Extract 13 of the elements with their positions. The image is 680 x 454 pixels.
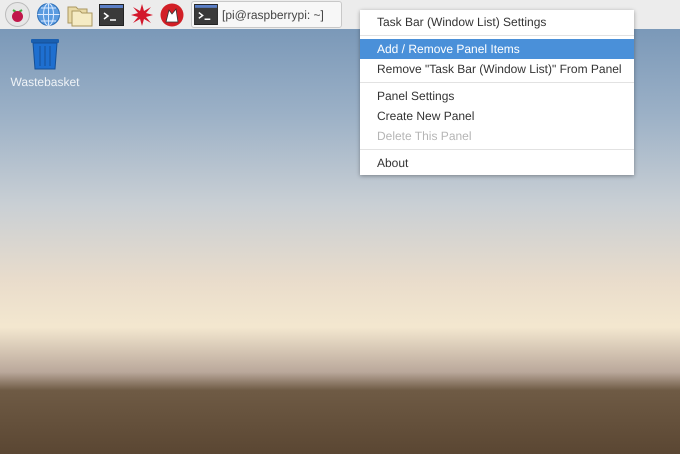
menu-item[interactable]: Task Bar (Window List) Settings — [360, 12, 634, 32]
window-list-button[interactable]: [pi@raspberrypi: ~] — [191, 1, 342, 28]
raspberry-icon[interactable] — [5, 2, 30, 27]
wolf-logo-icon[interactable] — [160, 2, 184, 26]
starburst-icon[interactable] — [130, 2, 154, 26]
wastebasket-icon[interactable] — [29, 38, 61, 70]
menu-item[interactable]: About — [360, 153, 634, 173]
menu-item[interactable]: Create New Panel — [360, 106, 634, 126]
terminal-icon — [194, 4, 218, 25]
terminal-icon[interactable] — [99, 4, 124, 26]
menu-item[interactable]: Panel Settings — [360, 86, 634, 106]
menu-item[interactable]: Remove "Task Bar (Window List)" From Panel — [360, 59, 634, 79]
globe-icon[interactable] — [36, 2, 61, 27]
